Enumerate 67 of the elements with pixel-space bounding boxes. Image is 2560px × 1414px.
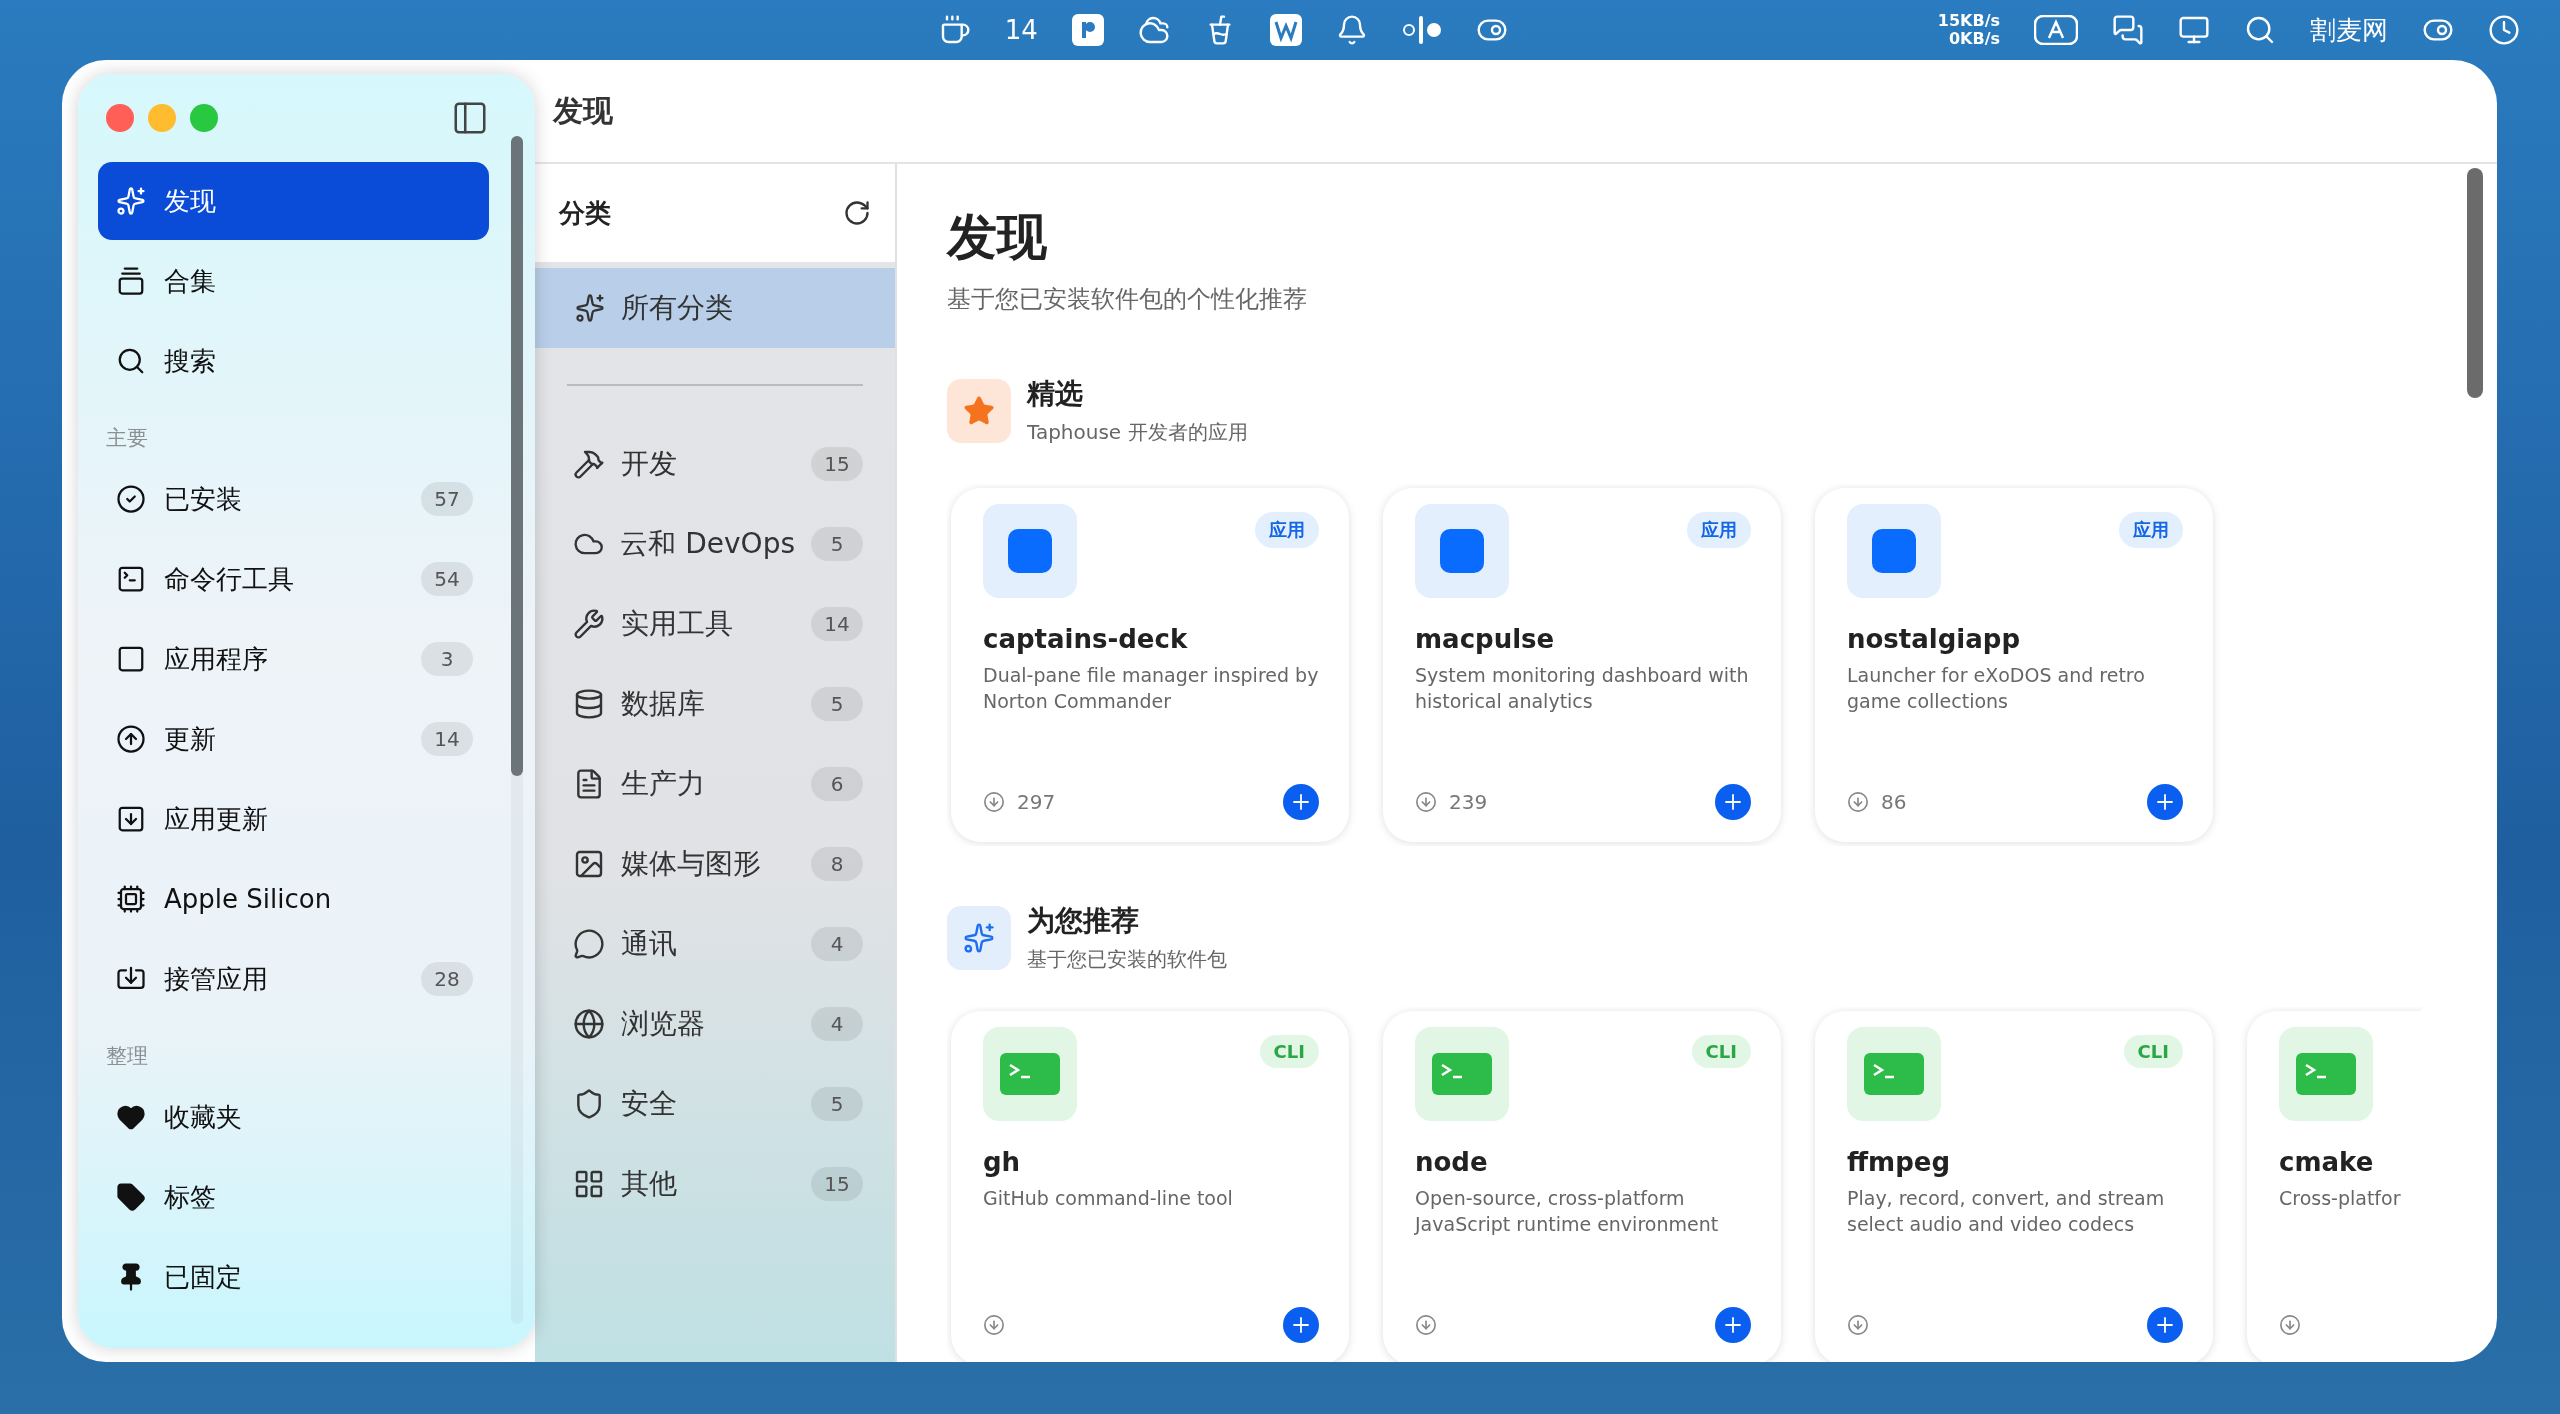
network-speed: 15KB/s 0KB/s bbox=[1937, 12, 2000, 48]
package-name: macpulse bbox=[1415, 624, 1556, 654]
window-title: 发现 bbox=[553, 91, 613, 130]
category-item[interactable]: 浏览器 4 bbox=[535, 984, 895, 1064]
type-tag: CLI bbox=[1691, 1035, 1751, 1068]
package-description: Open-source, cross-platform JavaScript runtime environment bbox=[1415, 1186, 1720, 1237]
category-item[interactable]: 生产力 6 bbox=[535, 744, 895, 824]
section-title: 为您推荐 bbox=[1027, 903, 1140, 939]
package-description: GitHub command-line tool bbox=[983, 1186, 1234, 1211]
section-subtitle: 基于您已安装的软件包 bbox=[1027, 946, 1227, 973]
sidebar-item[interactable]: 收藏夹 bbox=[98, 1078, 489, 1156]
category-item[interactable]: 开发 15 bbox=[535, 424, 895, 504]
section-subtitle: Taphouse 开发者的应用 bbox=[1027, 419, 1248, 446]
sidebar-item[interactable]: 应用更新 bbox=[98, 780, 489, 858]
download-count: 86 bbox=[1881, 790, 1908, 814]
category-item[interactable]: 安全 5 bbox=[535, 1064, 895, 1144]
package-card[interactable]: CLI node Open-source, cross-platform JavaScript runtime environment bbox=[1383, 1011, 1781, 1362]
package-name: nostalgiapp bbox=[1847, 624, 2022, 654]
package-description: Launcher for eXoDOS and retro game collections bbox=[1847, 663, 2146, 714]
package-name: captains-deck bbox=[983, 624, 1189, 654]
package-name: gh bbox=[983, 1147, 1022, 1177]
sidebar-item[interactable]: Apple Silicon bbox=[98, 860, 489, 938]
sidebar-item[interactable]: 更新 14 bbox=[98, 700, 489, 778]
package-card[interactable]: 应用 nostalgiapp Launcher for eXoDOS and retro game collections 86 bbox=[1815, 488, 2213, 842]
category-item[interactable]: 媒体与图形 8 bbox=[535, 824, 895, 904]
section-title: 精选 bbox=[1027, 376, 1084, 412]
category-item[interactable]: 数据库 5 bbox=[535, 664, 895, 744]
section-title: 主要 bbox=[105, 425, 149, 452]
sidebar-item[interactable]: 接管应用 28 bbox=[98, 940, 489, 1018]
category-item[interactable]: 云和 DevOps 5 bbox=[535, 504, 895, 584]
category-item[interactable]: 实用工具 14 bbox=[535, 584, 895, 664]
download-count: 239 bbox=[1449, 790, 1489, 814]
type-tag: 应用 bbox=[2119, 512, 2183, 548]
panel-title: 分类 bbox=[559, 196, 611, 230]
site-name: 割麦网 bbox=[2310, 13, 2388, 47]
sidebar-item[interactable]: 合集 bbox=[98, 242, 489, 320]
package-card[interactable]: CLI ffmpeg Play, record, convert, and stream select audio and video codecs bbox=[1815, 1011, 2213, 1362]
package-card[interactable]: 应用 captains-deck Dual-pane file manager inspired by Norton Commander 297 bbox=[951, 488, 1349, 842]
package-description: Dual-pane file manager inspired by Norton Commander bbox=[983, 663, 1319, 714]
download-count: 297 bbox=[1017, 790, 1057, 814]
category-item[interactable]: 通讯 4 bbox=[535, 904, 895, 984]
page-subtitle: 基于您已安装软件包的个性化推荐 bbox=[947, 284, 1308, 315]
type-tag: CLI bbox=[2123, 1035, 2183, 1068]
sidebar-item[interactable]: 已固定 bbox=[98, 1238, 489, 1316]
type-tag: 应用 bbox=[1687, 512, 1751, 548]
sidebar-item[interactable]: 应用程序 3 bbox=[98, 620, 489, 698]
sidebar-item[interactable]: 发现 bbox=[98, 162, 489, 240]
package-card[interactable]: CLI gh GitHub command-line tool bbox=[951, 1011, 1349, 1362]
type-tag: 应用 bbox=[1255, 512, 1319, 548]
sidebar-item[interactable]: 已安装 57 bbox=[98, 460, 489, 538]
sidebar-item[interactable]: 搜索 bbox=[98, 322, 489, 400]
type-tag: CLI bbox=[1259, 1035, 1319, 1068]
sidebar-item[interactable]: 标签 bbox=[98, 1158, 489, 1236]
cup-count: 14 bbox=[1004, 15, 1038, 45]
package-description: Cross-platfor bbox=[2279, 1186, 2402, 1211]
package-card[interactable]: cmake Cross-platfor bbox=[2247, 1011, 2421, 1362]
category-item[interactable]: 其他 15 bbox=[535, 1144, 895, 1224]
package-description: Play, record, convert, and stream select audio and video codecs bbox=[1847, 1186, 2166, 1237]
sidebar-item[interactable]: 命令行工具 54 bbox=[98, 540, 489, 618]
page-heading: 发现 bbox=[947, 207, 1048, 268]
package-name: node bbox=[1415, 1147, 1489, 1177]
package-name: cmake bbox=[2279, 1147, 2375, 1177]
package-card[interactable]: 应用 macpulse System monitoring dashboard with historical analytics 239 bbox=[1383, 488, 1781, 842]
package-description: System monitoring dashboard with historical analytics bbox=[1415, 663, 1750, 714]
section-title: 整理 bbox=[105, 1043, 149, 1070]
category-item[interactable]: 所有分类 bbox=[535, 268, 895, 348]
package-name: ffmpeg bbox=[1847, 1147, 1951, 1177]
